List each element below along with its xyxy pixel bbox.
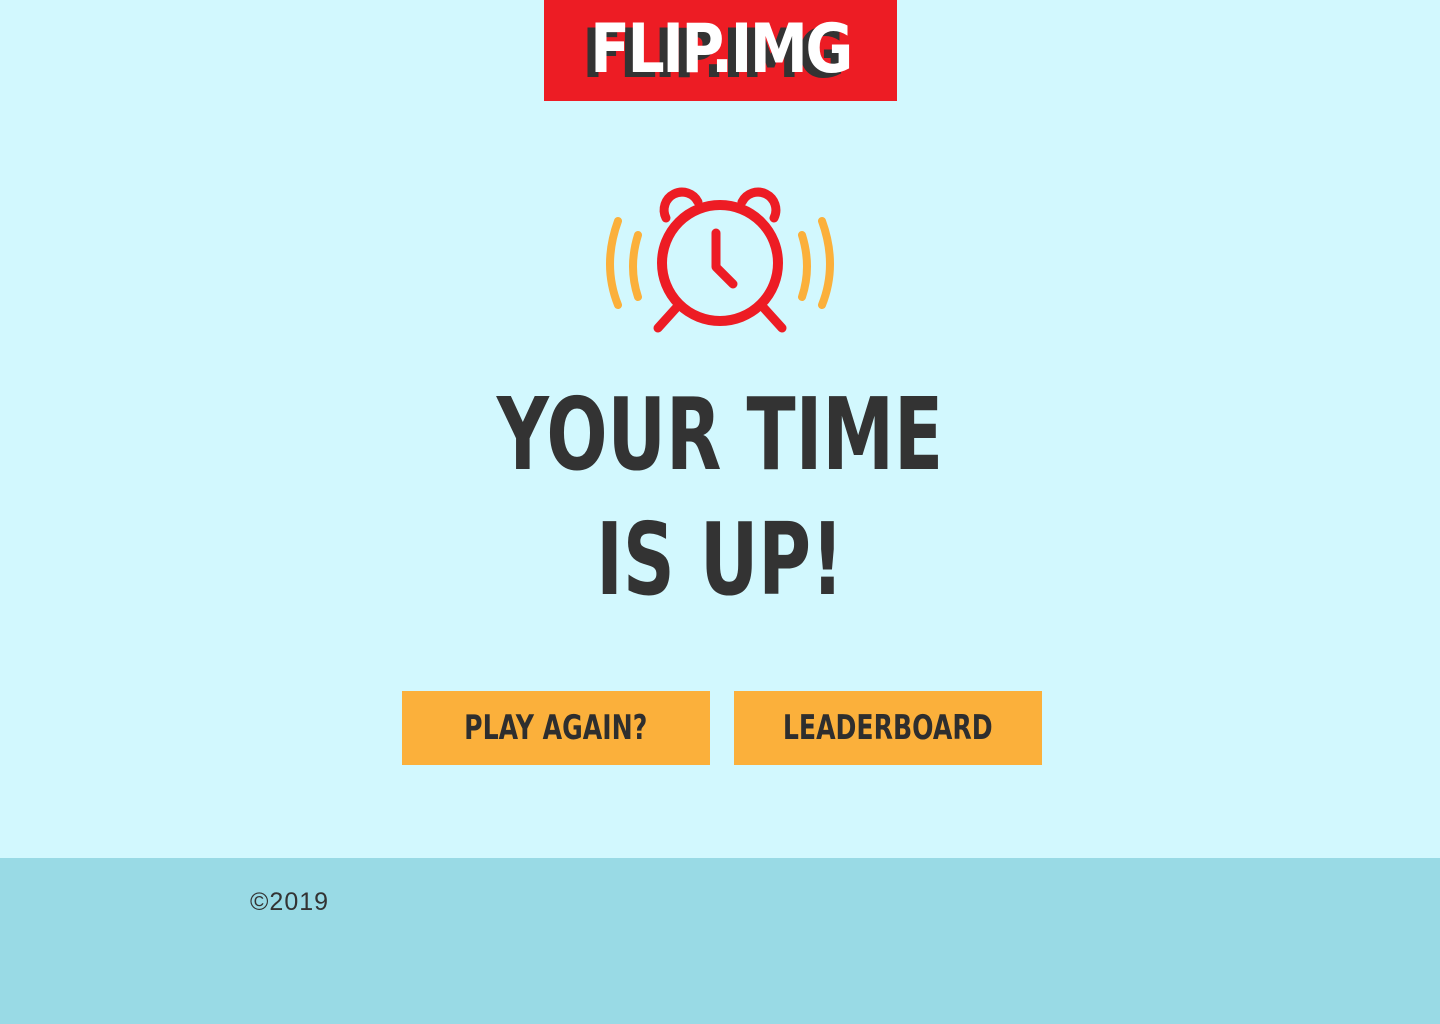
ring-line-left-inner xyxy=(629,231,642,301)
ring-line-right-outer xyxy=(818,217,834,309)
ring-line-left-outer xyxy=(606,217,622,309)
play-again-button[interactable]: PLAY AGAIN? xyxy=(402,691,710,765)
play-again-label: PLAY AGAIN? xyxy=(464,708,648,748)
time-up-headline: YOUR TIME IS UP! xyxy=(432,372,1008,622)
leaderboard-label: LEADERBOARD xyxy=(783,708,993,748)
logo-text: FLIP.IMG xyxy=(590,10,853,89)
logo[interactable]: FLIP.IMG FLIP.IMG xyxy=(544,0,897,101)
time-up-screen: FLIP.IMG FLIP.IMG YOUR TIME IS UP! PLAY … xyxy=(0,0,1440,1024)
clock-leg-left xyxy=(653,302,682,333)
footer: ©2019 xyxy=(0,858,1440,1024)
leaderboard-button[interactable]: LEADERBOARD xyxy=(734,691,1042,765)
headline-line-1: YOUR TIME xyxy=(496,376,944,493)
clock-hands xyxy=(711,228,738,289)
alarm-clock-icon xyxy=(606,187,834,333)
ring-line-right-inner xyxy=(798,231,811,301)
headline-line-2: IS UP! xyxy=(596,501,844,618)
copyright-text: ©2019 xyxy=(250,888,330,916)
clock-leg-right xyxy=(758,302,787,333)
